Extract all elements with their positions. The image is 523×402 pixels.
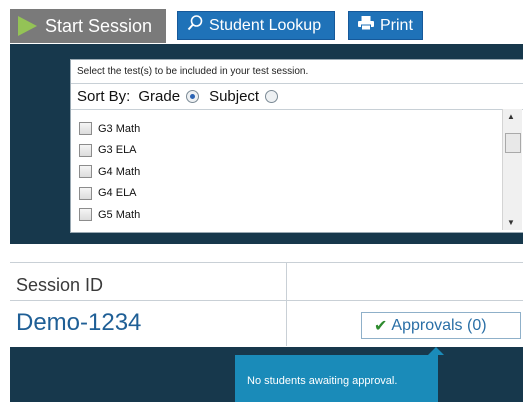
- list-item[interactable]: G4 Math: [79, 161, 140, 183]
- search-icon: [186, 14, 204, 37]
- list-item[interactable]: G4 ELA: [79, 183, 140, 205]
- test-label: G3 Math: [98, 122, 141, 135]
- checkmark-icon: ✔: [374, 317, 388, 335]
- approvals-label: Approvals (0): [391, 316, 487, 334]
- test-checkbox[interactable]: [79, 208, 92, 222]
- print-label: Print: [380, 16, 413, 34]
- approvals-button[interactable]: ✔ Approvals (0): [361, 312, 521, 339]
- session-header-spacer: [286, 262, 523, 301]
- test-checkbox[interactable]: [79, 143, 92, 157]
- list-item[interactable]: G3 ELA: [79, 140, 140, 162]
- play-icon: [18, 16, 37, 36]
- sort-option-grade-label: Grade: [138, 88, 181, 105]
- sort-option-subject-label: Subject: [209, 88, 260, 105]
- instruction-text: Select the test(s) to be included in you…: [77, 66, 309, 77]
- list-item[interactable]: G3 Math: [79, 118, 140, 140]
- test-checkbox[interactable]: [79, 186, 92, 200]
- scroll-up-arrow-icon[interactable]: ▲: [507, 112, 515, 121]
- sort-grade-radio[interactable]: [186, 90, 200, 103]
- start-session-label: Start Session: [45, 15, 153, 36]
- sort-subject-radio[interactable]: [265, 90, 279, 103]
- test-label: G4 ELA: [98, 187, 137, 200]
- test-list-scrollbar[interactable]: ▲ ▼: [502, 109, 522, 230]
- top-toolbar: Start Session Student Lookup Print: [0, 0, 523, 44]
- session-id-header: Session ID: [10, 262, 287, 301]
- test-selection-box: Select the test(s) to be included in you…: [70, 59, 523, 233]
- test-list: G3 Math G3 ELA G4 Math G4 ELA G5 Math: [79, 118, 140, 226]
- tooltip-arrow: [428, 347, 444, 355]
- scroll-down-arrow-icon[interactable]: ▼: [507, 218, 515, 227]
- test-checkbox[interactable]: [79, 122, 92, 136]
- session-id-label: Session ID: [16, 275, 104, 295]
- approval-status-tooltip: No students awaiting approval.: [235, 355, 438, 402]
- test-label: G3 ELA: [98, 144, 137, 157]
- sort-by-label: Sort By:: [77, 88, 131, 105]
- session-id-value: Demo-1234: [16, 309, 142, 336]
- test-label: G4 Math: [98, 165, 141, 178]
- test-checkbox[interactable]: [79, 165, 92, 179]
- approval-message: No students awaiting approval.: [247, 375, 398, 387]
- scroll-thumb[interactable]: [505, 133, 521, 153]
- session-id-cell: Demo-1234: [10, 300, 287, 346]
- print-button[interactable]: Print: [348, 11, 423, 40]
- test-label: G5 Math: [98, 208, 141, 221]
- student-lookup-button[interactable]: Student Lookup: [177, 11, 335, 40]
- student-lookup-label: Student Lookup: [209, 16, 322, 34]
- start-session-button[interactable]: Start Session: [10, 9, 166, 43]
- printer-icon: [357, 15, 375, 36]
- sort-bar: Sort By: Grade Subject: [71, 83, 523, 110]
- list-item[interactable]: G5 Math: [79, 204, 140, 226]
